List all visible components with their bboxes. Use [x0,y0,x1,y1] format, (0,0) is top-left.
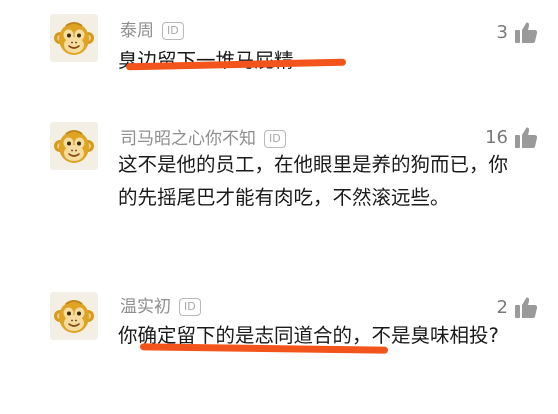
monkey-avatar-icon [50,122,98,170]
thumbs-up-icon [514,125,538,149]
id-badge: ID [264,130,286,148]
avatar[interactable] [50,14,98,62]
like-button[interactable]: 2 [497,292,538,322]
id-badge: ID [162,22,184,40]
username-text: 温实初 [120,297,171,317]
like-count: 2 [496,296,508,318]
avatar[interactable] [50,122,98,170]
comment-item: 司马昭之心你不知 ID 16 这不是他的员工，在他眼里是养的狗而已，你的先摇尾巴才… [0,108,558,268]
comment-username[interactable]: 温实初 ID [120,292,201,317]
comment-item: 泰周 ID 3 臭边留下一堆马屁精 [0,0,558,100]
like-count: 3 [496,21,508,43]
monkey-avatar-icon [50,14,98,62]
username-text: 泰周 [120,21,154,41]
comment-item: 温实初 ID 2 你确定留下的是志同道合的，不是臭味相投? [0,278,558,414]
comment-text: 这不是他的员工，在他眼里是养的狗而已，你的先摇尾巴才能有肉吃，不然滚远些。 [118,153,509,209]
like-button[interactable]: 3 [497,17,538,47]
avatar[interactable] [50,292,98,340]
thumbs-up-icon [514,20,538,44]
monkey-avatar-icon [50,292,98,340]
id-badge: ID [179,298,201,316]
thumbs-up-icon [514,295,538,319]
username-text: 司马昭之心你不知 [120,129,256,149]
comment-username[interactable]: 泰周 ID [120,16,184,41]
like-count: 16 [485,126,508,148]
comment-username[interactable]: 司马昭之心你不知 ID [120,124,286,149]
